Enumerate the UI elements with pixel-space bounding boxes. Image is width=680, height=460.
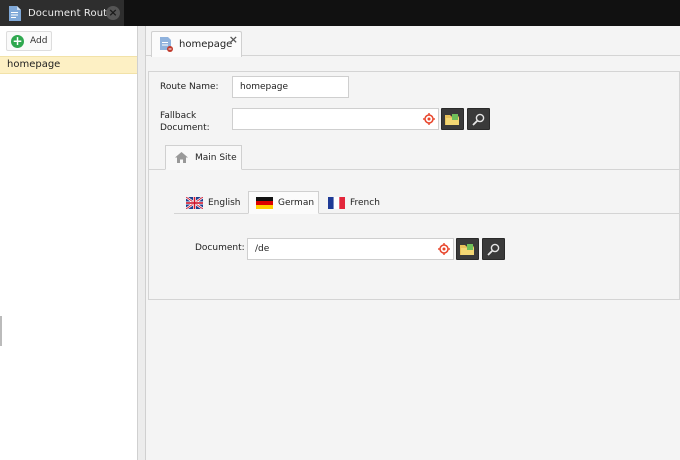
document-input[interactable]: /de bbox=[247, 238, 454, 260]
folder-icon bbox=[460, 244, 474, 255]
search-icon bbox=[487, 243, 500, 256]
tab-homepage[interactable]: homepage × bbox=[151, 31, 242, 57]
plus-icon: + bbox=[11, 33, 24, 48]
tab-german-label: German bbox=[278, 197, 315, 208]
resize-handle[interactable] bbox=[0, 316, 2, 346]
route-name-input[interactable]: homepage bbox=[232, 76, 349, 98]
sidebar: + Add homepage bbox=[0, 26, 138, 460]
tab-main-site[interactable]: Main Site bbox=[165, 145, 242, 170]
editor-area: homepage × Route Name: homepage Fallback… bbox=[146, 26, 680, 460]
window-tab[interactable]: Document Route × bbox=[0, 0, 124, 26]
search-button[interactable] bbox=[482, 238, 505, 260]
uk-flag-icon bbox=[186, 196, 203, 209]
tab-english[interactable]: English bbox=[186, 191, 246, 214]
target-icon[interactable] bbox=[438, 243, 450, 255]
route-form: Route Name: homepage Fallback Document: bbox=[148, 71, 680, 300]
route-name-label: Route Name: bbox=[160, 82, 219, 92]
close-icon[interactable]: × bbox=[106, 6, 120, 20]
open-folder-button[interactable] bbox=[456, 238, 479, 260]
document-route-icon bbox=[160, 37, 173, 52]
tab-french-label: French bbox=[350, 197, 380, 208]
tab-german[interactable]: German bbox=[248, 191, 319, 214]
search-icon bbox=[472, 113, 485, 126]
france-flag-icon bbox=[328, 196, 345, 209]
top-bar: Document Route × bbox=[0, 0, 680, 26]
add-button[interactable]: + Add bbox=[6, 31, 52, 51]
fallback-label-line2: Document: bbox=[160, 123, 210, 133]
target-icon[interactable] bbox=[423, 113, 435, 125]
fallback-label-line1: Fallback bbox=[160, 111, 197, 121]
search-button[interactable] bbox=[467, 108, 490, 130]
document-label: Document: bbox=[195, 243, 245, 253]
list-item[interactable]: homepage bbox=[0, 56, 137, 74]
fallback-document-input[interactable] bbox=[232, 108, 439, 130]
add-button-label: Add bbox=[30, 36, 48, 46]
close-icon[interactable]: × bbox=[229, 33, 238, 46]
home-icon bbox=[175, 152, 188, 163]
tab-english-label: English bbox=[208, 197, 241, 208]
site-tab-label: Main Site bbox=[195, 152, 237, 163]
tab-french[interactable]: French bbox=[328, 191, 388, 214]
document-icon bbox=[9, 5, 21, 21]
folder-icon bbox=[445, 114, 459, 125]
splitter[interactable] bbox=[138, 26, 146, 460]
tab-label: homepage bbox=[179, 39, 233, 50]
open-folder-button[interactable] bbox=[441, 108, 464, 130]
window-tab-title: Document Route bbox=[28, 7, 114, 19]
germany-flag-icon bbox=[256, 196, 273, 209]
